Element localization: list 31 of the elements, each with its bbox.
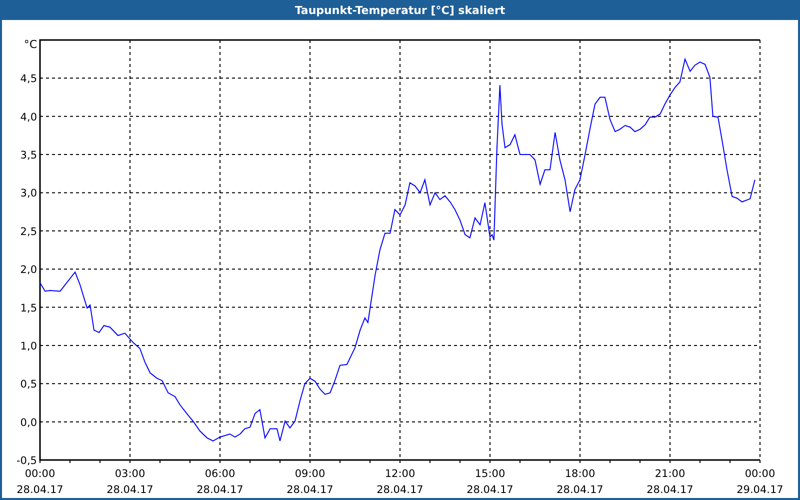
axis-label: 06:00: [204, 468, 236, 480]
date-label: 28.04.17: [196, 484, 244, 496]
axis-label: 4,5: [20, 73, 37, 86]
axis-label: 21:00: [654, 468, 686, 480]
axis-label: 00:00: [24, 468, 56, 480]
axis-label: 1,0: [20, 340, 37, 352]
date-label: 28.04.17: [646, 484, 694, 496]
date-label: 28.04.17: [286, 484, 334, 496]
axis-label: -0,5: [16, 455, 37, 467]
unit-label: °C: [24, 38, 37, 51]
date-label: 29.04.17: [736, 484, 784, 496]
axis-label: 2,0: [20, 264, 37, 276]
axis-label: 4,0: [20, 111, 37, 124]
window-title: Taupunkt-Temperatur [°C] skaliert: [0, 0, 800, 20]
axis-label: 15:00: [474, 468, 506, 480]
axis-label: 12:00: [384, 468, 416, 480]
axis-label: 18:00: [564, 468, 596, 480]
axis-label: 3,0: [20, 188, 37, 200]
axis-label: 1,5: [20, 302, 37, 314]
axis-label: 09:00: [294, 468, 326, 480]
axis-label: 0,5: [20, 378, 37, 391]
date-label: 28.04.17: [106, 484, 154, 496]
axis-label: 2,5: [20, 226, 37, 238]
axis-label: 3,5: [20, 150, 37, 162]
date-label: 28.04.17: [466, 484, 514, 496]
axis-label: 03:00: [114, 468, 146, 480]
date-label: 28.04.17: [556, 484, 604, 496]
date-label: 28.04.17: [376, 484, 424, 496]
axis-label: 00:00: [744, 468, 776, 480]
axis-label: 0,0: [20, 416, 37, 429]
date-label: 28.04.17: [16, 484, 64, 496]
